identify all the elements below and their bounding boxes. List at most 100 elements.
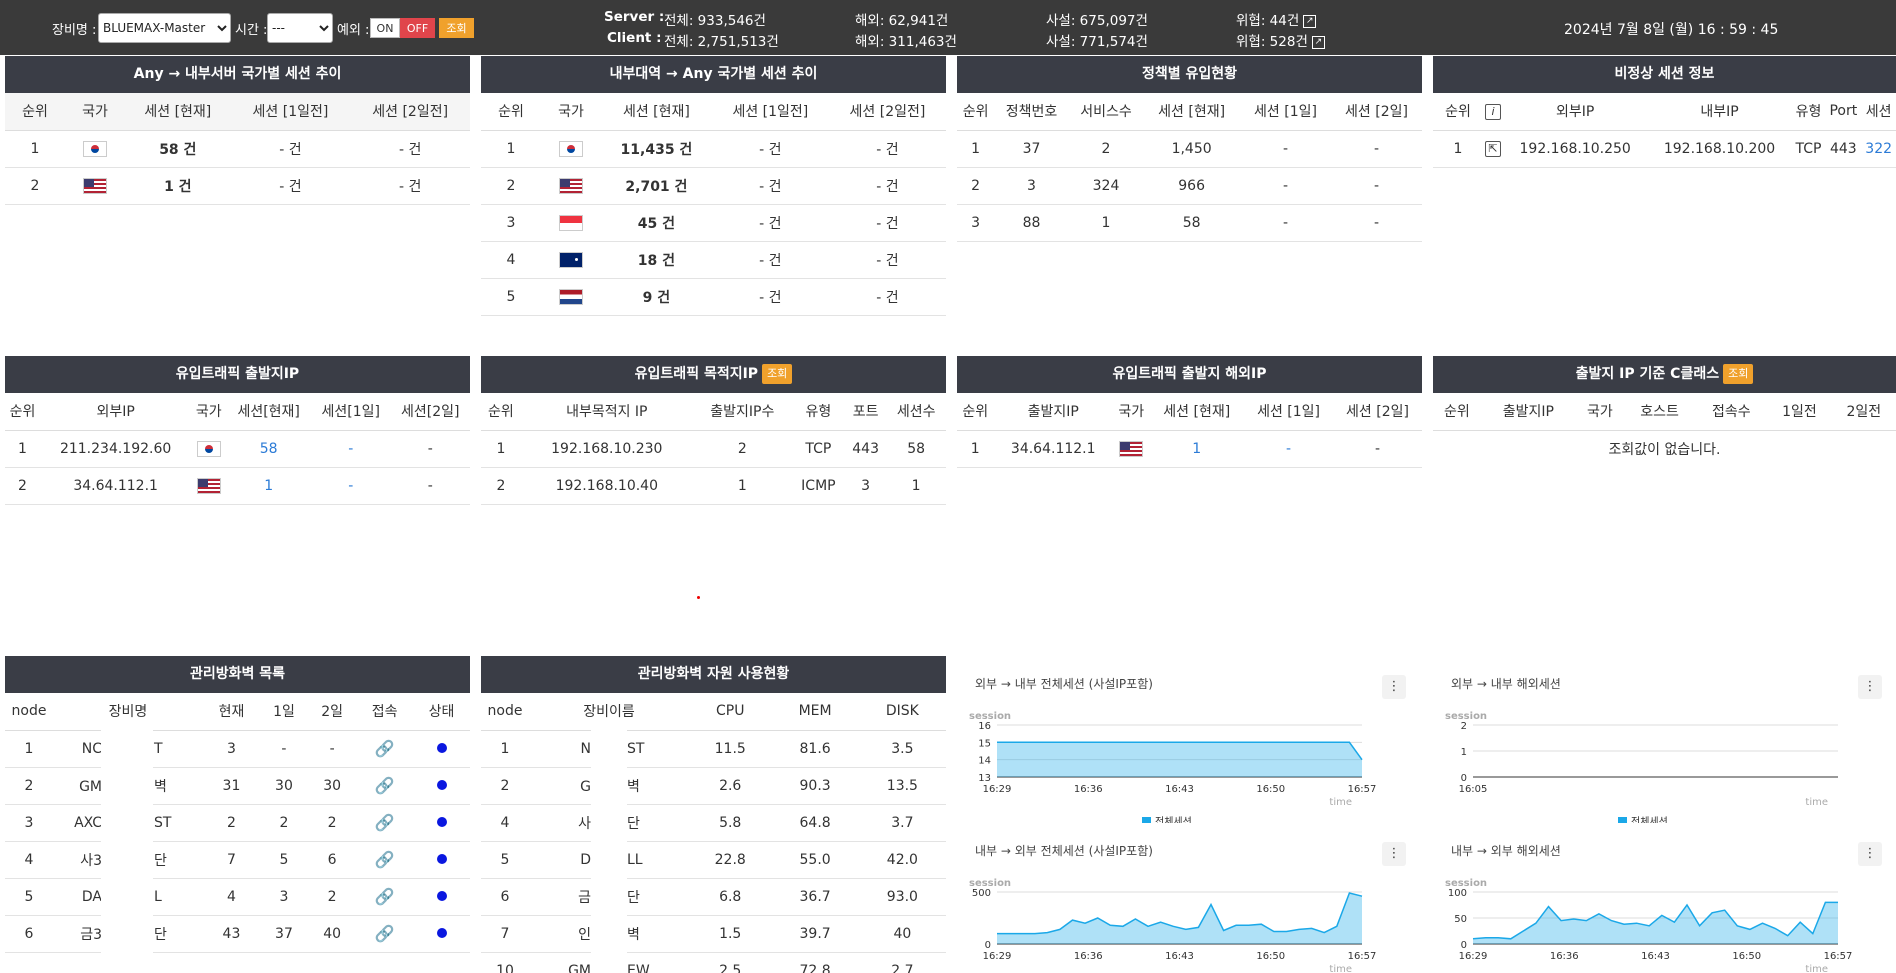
legend-swatch <box>1142 817 1151 823</box>
session-link[interactable]: 1 <box>226 467 312 505</box>
table-row: 1 11,435 건- 건- 건 <box>481 130 946 168</box>
col-header: 장비명 <box>53 693 203 731</box>
table-row: 3 88 1 58- - <box>957 204 1422 242</box>
external-link-icon[interactable]: ↗ <box>1311 36 1325 49</box>
session-link[interactable]: 1 <box>1149 430 1245 468</box>
table-row: 2 GM 벽 31 30 30 🔗 <box>5 767 470 805</box>
table-row: 2 3 324 966- - <box>957 167 1422 205</box>
col-header: 순위 <box>5 393 40 431</box>
x-tick-label: 16:57 <box>1824 951 1853 962</box>
col-header: 순위 <box>481 393 521 431</box>
x-tick-label: 16:57 <box>1348 951 1377 962</box>
table-row: 5 D LL 22.8 55.0 42.0 <box>481 841 946 879</box>
client-label: Client : <box>607 30 662 46</box>
col-header: 출발지IP수 <box>692 393 792 431</box>
line-chart-svg: session500016:29 16:36 16:43 16:50 16:57time <box>969 878 1377 973</box>
search-button[interactable]: 조회 <box>1723 364 1754 384</box>
col-header: 유형 <box>791 393 845 431</box>
y-tick-label: 0 <box>985 940 991 951</box>
col-header: 순위 <box>1433 93 1483 131</box>
col-header: 세션[1일] <box>311 393 391 431</box>
line-chart-svg: session1615141316:29 16:36 16:43 16:50 16:57… <box>969 711 1376 823</box>
col-header: 세션 [2일전] <box>828 93 946 131</box>
table-row: 1 NC T 3- - 🔗 <box>5 730 470 768</box>
col-header: MEM <box>771 693 859 731</box>
device-select[interactable]: BLUEMAX-Master <box>98 13 231 43</box>
client-threat[interactable]: 위협: 528건 ↗ <box>1236 30 1325 50</box>
col-header: 국가 <box>65 93 125 131</box>
col-header: 국가 <box>191 393 227 431</box>
link-icon[interactable]: 🔗 <box>375 887 395 906</box>
x-tick-label: 16:29 <box>983 951 1012 962</box>
col-header: 서비스수 <box>1068 93 1144 131</box>
table-row: 4 사 단 5.8 64.8 3.7 <box>481 804 946 842</box>
table-row: 6 금3 단 43 37 40 🔗 <box>5 915 470 953</box>
y-tick-label: 500 <box>972 888 991 899</box>
search-button[interactable]: 조회 <box>439 18 474 38</box>
exception-off-toggle[interactable]: OFF <box>400 18 435 38</box>
y-tick-label: 100 <box>1448 888 1467 899</box>
col-header: 세션 [2일] <box>1333 393 1422 431</box>
series-line <box>997 892 1363 935</box>
table-row: 59 건- 건- 건 <box>481 278 946 316</box>
server-threat[interactable]: 위협: 44건 ↗ <box>1236 9 1317 29</box>
time-select[interactable]: --- <box>267 13 333 43</box>
col-header: 세션 [2일] <box>1330 93 1422 131</box>
session-link[interactable]: 58 <box>226 430 312 468</box>
table-row: 7 인 벽 1.5 39.7 40 <box>481 915 946 953</box>
x-axis-title: time <box>1329 797 1352 808</box>
open-detail-icon[interactable]: ⇱ <box>1485 141 1501 157</box>
col-header: 장비이름 <box>529 693 689 731</box>
usa-flag-icon <box>559 177 583 194</box>
y-tick-label: 1 <box>1461 747 1467 758</box>
col-header: 출발지IP <box>1480 393 1576 431</box>
x-tick-label: 16:43 <box>1165 784 1194 795</box>
link-icon[interactable]: 🔗 <box>375 850 395 869</box>
col-header: 2일 <box>308 693 357 731</box>
chart-inbound-total: 외부 → 내부 전체세션 (사설IP포함) ⋮ session 16 15 14 13 16:… <box>957 663 1422 823</box>
col-header: 세션 <box>1861 93 1896 131</box>
table-row: 10 GM EW 2.5 72.8 2.7 <box>481 952 946 973</box>
session-link[interactable]: 322 <box>1861 130 1896 168</box>
external-link-icon[interactable]: ↗ <box>1303 15 1317 28</box>
panel-title: 비정상 세션 정보 <box>1433 56 1896 93</box>
col-header: 세션 [현재] <box>1149 393 1245 431</box>
link-icon[interactable]: 🔗 <box>375 813 395 832</box>
series-area <box>1473 902 1838 944</box>
table-row: 1 N ST 11.5 81.6 3.5 <box>481 730 946 768</box>
table-row: 2 34.64.112.1 1- - <box>5 467 470 505</box>
col-header: 접속 <box>356 693 414 731</box>
link-icon[interactable]: 🔗 <box>375 739 395 758</box>
series-area <box>997 742 1362 777</box>
table-row: 1 211.234.192.60 58- - <box>5 430 470 468</box>
col-header: 내부목적지 IP <box>520 393 693 431</box>
client-total: 전체: 2,751,513건 <box>664 34 779 50</box>
col-header: 현재 <box>203 693 260 731</box>
source-ip-table: 순위 외부IP 국가 세션[현재] 세션[1일] 세션[2일] 1 211.234.192.… <box>5 393 470 505</box>
link-icon[interactable]: 🔗 <box>375 924 395 943</box>
x-tick-label: 16:50 <box>1256 951 1285 962</box>
col-header: 세션 [2일전] <box>350 93 470 131</box>
chart-outbound-overseas: 내부 → 외부 해외세션 ⋮ session 100 50 0 16:29 16:36 16:4… <box>1433 830 1896 973</box>
col-header: 내부IP <box>1647 93 1792 131</box>
client-private: 사설: 771,574건 <box>1046 34 1148 50</box>
y-tick-label: 2 <box>1461 721 1467 732</box>
table-row: 1 ⇱ 192.168.10.250 192.168.10.200 TCP 443 322 <box>1433 130 1896 168</box>
x-tick-label: 16:05 <box>1459 784 1488 795</box>
panel-title: 출발지 IP 기준 C클래스 조회 <box>1433 356 1896 393</box>
col-header: 순위 <box>5 93 65 131</box>
col-header: 1일 <box>259 693 309 731</box>
singapore-flag-icon <box>559 214 583 231</box>
legend-label: 전체세션 <box>1155 816 1192 823</box>
series-area <box>997 893 1362 944</box>
x-tick-label: 16:29 <box>983 784 1012 795</box>
search-button[interactable]: 조회 <box>762 364 793 384</box>
col-header: 1일전 <box>1767 393 1832 431</box>
top-bar: 장비명 : BLUEMAX-Master 시간 : --- 예외 : ON OF… <box>0 0 1896 55</box>
legend-swatch <box>1618 817 1627 823</box>
exception-on-toggle[interactable]: ON <box>370 18 400 38</box>
panel-title: 내부대역 → Any 국가별 세션 추이 <box>481 56 946 93</box>
x-axis-title: time <box>1329 964 1352 973</box>
link-icon[interactable]: 🔗 <box>375 776 395 795</box>
server-overseas: 해외: 62,941건 <box>855 13 949 29</box>
